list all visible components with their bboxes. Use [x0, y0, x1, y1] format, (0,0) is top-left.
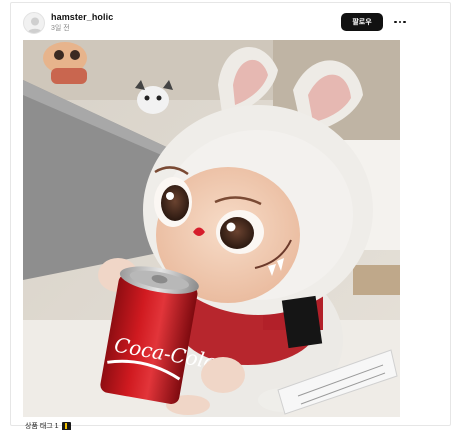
post-photo[interactable]: Coca-Cola [23, 40, 400, 417]
follow-button[interactable]: 팔로우 [341, 13, 383, 31]
product-tag-row[interactable]: 상품 태그 1 [25, 421, 71, 430]
dot [398, 20, 402, 24]
plush-with-can-image: Coca-Cola [23, 40, 400, 417]
product-tag-icon[interactable] [61, 421, 71, 430]
post-time: 3일 전 [51, 25, 70, 32]
username[interactable]: hamster_holic [51, 12, 113, 22]
post-header: hamster_holic 3일 전 팔로우 [11, 3, 450, 41]
product-tag-label: 상품 태그 1 [25, 423, 59, 430]
more-options-icon[interactable] [391, 13, 409, 31]
avatar[interactable] [23, 12, 45, 34]
post-card: hamster_holic 3일 전 팔로우 Coca-Cola 상품 태그 1 [10, 2, 451, 430]
default-avatar-icon [27, 17, 43, 33]
dot [403, 20, 406, 24]
dot [394, 20, 397, 24]
